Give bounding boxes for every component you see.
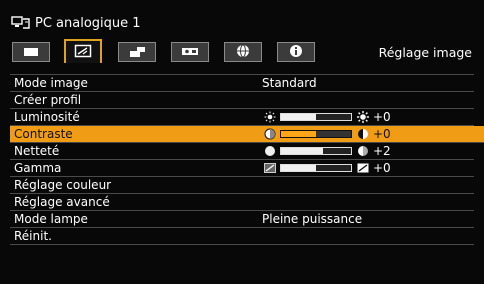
- pc-input-icon: [10, 15, 32, 31]
- brightness-value: +0: [373, 110, 391, 124]
- menu-item-mode-image[interactable]: Mode image Standard: [10, 74, 474, 92]
- gamma-slider[interactable]: +0: [262, 160, 391, 176]
- contrast-low-icon: [262, 128, 278, 140]
- gamma-bar: [280, 164, 352, 172]
- input-source-title: PC analogique 1: [35, 15, 141, 31]
- menu-tabs: Réglage image: [12, 39, 474, 64]
- settings-list: Mode image Standard Créer profil Luminos…: [10, 74, 484, 245]
- gamma-low-icon: [262, 162, 278, 174]
- menu-item-label: Luminosité: [14, 110, 80, 124]
- input-source-header: PC analogique 1: [10, 14, 141, 32]
- menu-item-value: Pleine puissance: [262, 212, 363, 226]
- gamma-high-icon: [356, 162, 370, 174]
- menu-item-label: Réglage couleur: [14, 178, 112, 192]
- menu-item-reset[interactable]: Réinit.: [10, 228, 474, 245]
- tab-image-adjust[interactable]: [64, 39, 102, 63]
- menu-item-gamma[interactable]: Gamma +0: [10, 160, 474, 177]
- menu-item-create-profile[interactable]: Créer profil: [10, 92, 474, 109]
- brightness-slider[interactable]: +0: [262, 109, 391, 125]
- menu-item-advanced-adjust[interactable]: Réglage avancé: [10, 194, 474, 211]
- network-tab-icon: [236, 43, 250, 62]
- sun-low-icon: [262, 111, 278, 123]
- sharpness-bar: [280, 147, 352, 155]
- contrast-bar: [280, 130, 352, 138]
- menu-item-label: Créer profil: [14, 93, 82, 107]
- system-settings-tab-icon: [181, 43, 199, 62]
- menu-item-color-adjust[interactable]: Réglage couleur: [10, 177, 474, 194]
- sharpness-low-icon: [262, 145, 278, 157]
- brightness-bar: [280, 113, 352, 121]
- menu-item-label: Mode lampe: [14, 212, 88, 226]
- menu-item-label: Réinit.: [14, 229, 52, 243]
- info-tab-icon: [289, 43, 303, 62]
- tab-display[interactable]: [12, 42, 50, 62]
- menu-item-lamp-mode[interactable]: Mode lampe Pleine puissance: [10, 211, 474, 228]
- menu-item-sharpness[interactable]: Netteté +2: [10, 143, 474, 160]
- contrast-value: +0: [373, 127, 391, 141]
- sharpness-high-icon: [356, 145, 370, 157]
- sun-high-icon: [356, 111, 370, 123]
- install-settings-tab-icon: [128, 43, 146, 62]
- menu-item-label: Contraste: [14, 127, 73, 141]
- sharpness-slider[interactable]: +2: [262, 143, 391, 159]
- menu-item-value: Standard: [262, 76, 317, 90]
- sharpness-value: +2: [373, 144, 391, 158]
- display-tab-icon: [23, 43, 39, 62]
- menu-item-label: Mode image: [14, 76, 88, 90]
- tab-info[interactable]: [277, 42, 315, 62]
- contrast-slider[interactable]: +0: [262, 126, 391, 142]
- menu-item-label: Gamma: [14, 161, 62, 175]
- image-adjust-tab-icon: [74, 43, 92, 62]
- gamma-value: +0: [373, 161, 391, 175]
- section-title: Réglage image: [378, 45, 472, 60]
- osd-menu: PC analogique 1 Réglage image Mode image…: [0, 0, 484, 284]
- menu-item-brightness[interactable]: Luminosité +0: [10, 109, 474, 126]
- tab-system-settings[interactable]: [171, 42, 209, 62]
- contrast-high-icon: [356, 128, 370, 140]
- tab-network[interactable]: [224, 42, 262, 62]
- menu-item-contrast[interactable]: Contraste +0: [10, 126, 484, 143]
- menu-item-label: Réglage avancé: [14, 195, 110, 209]
- tab-install-settings[interactable]: [118, 42, 156, 62]
- menu-item-label: Netteté: [14, 144, 60, 158]
